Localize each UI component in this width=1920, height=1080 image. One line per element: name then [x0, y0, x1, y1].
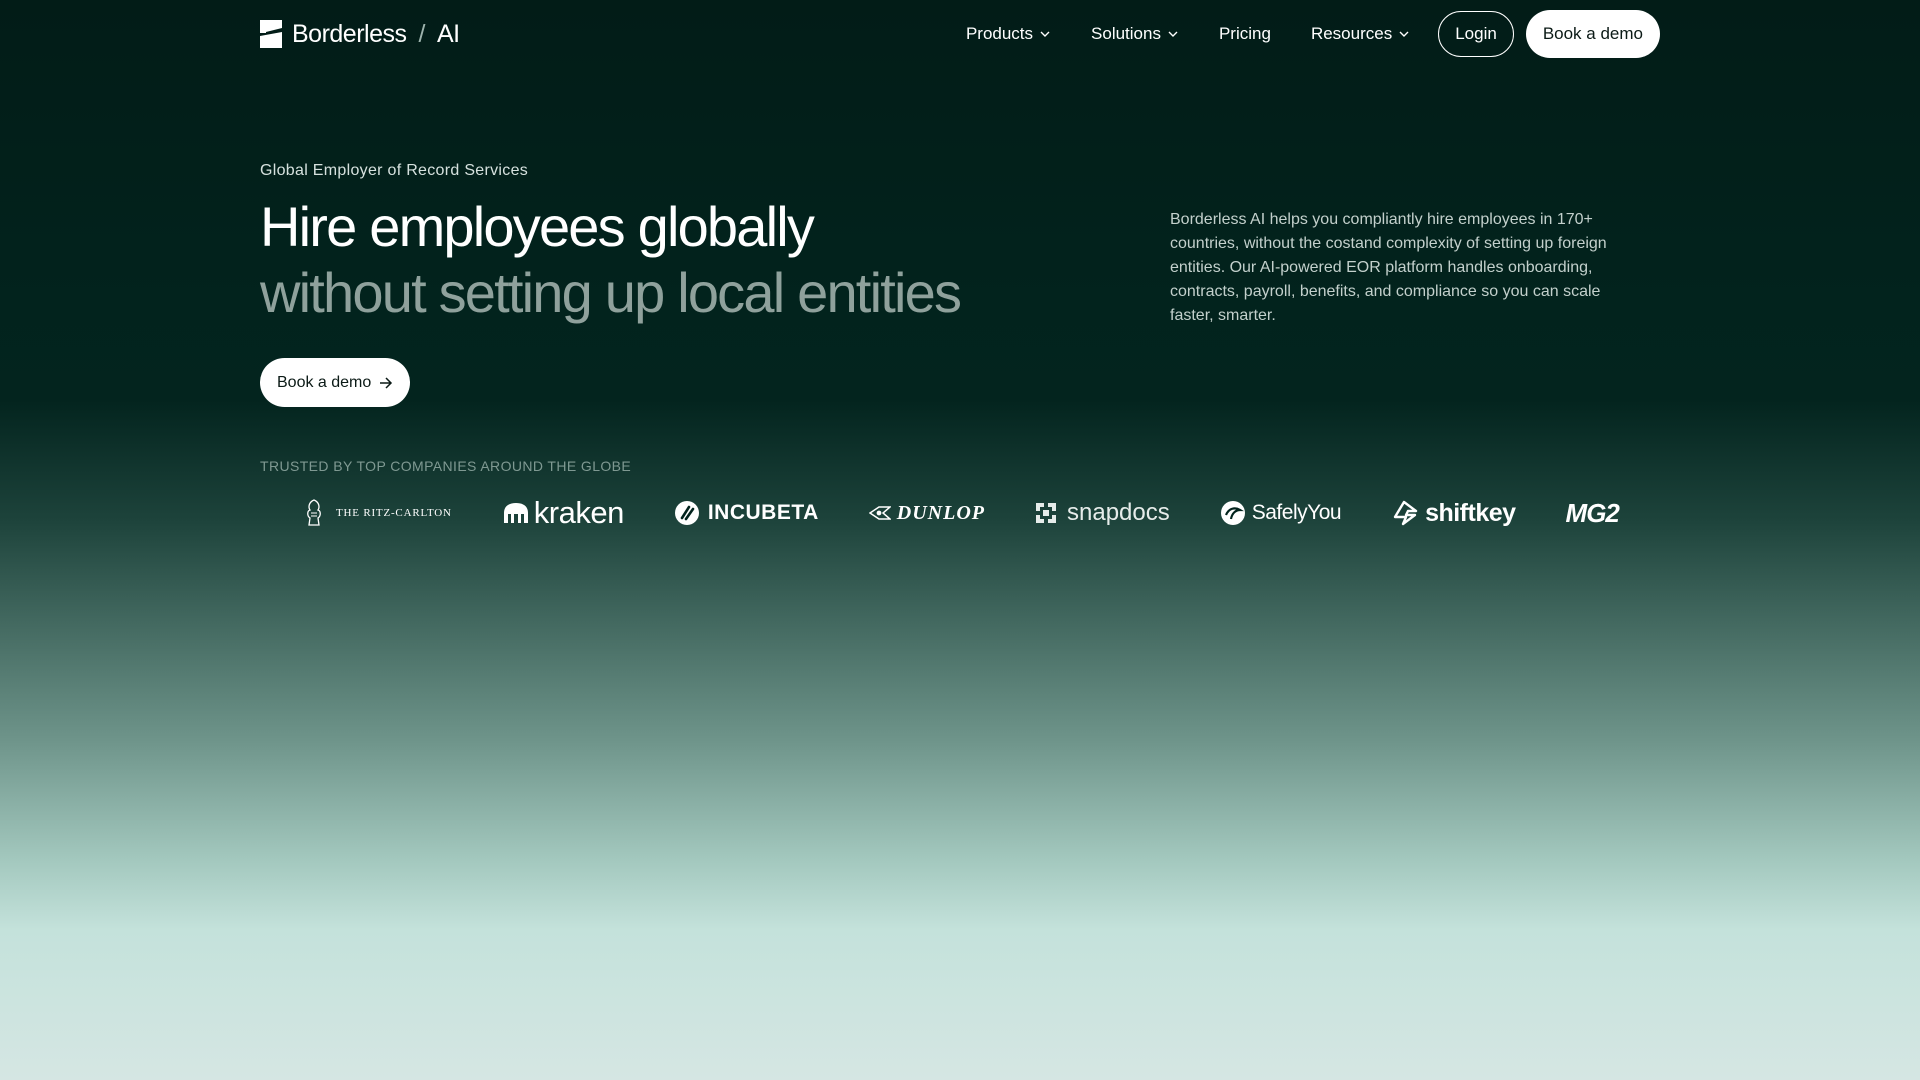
mg2-text: MG2 — [1565, 497, 1620, 528]
kraken-logo: kraken — [502, 492, 624, 534]
ritz-carlton-text: THE RITZ-CARLTON — [336, 507, 452, 519]
chevron-down-icon — [1168, 31, 1178, 37]
safelyyou-logo: SafelyYou — [1220, 492, 1342, 534]
brand-separator: / — [418, 19, 426, 48]
hero-headline-line1: Hire employees globally — [260, 195, 815, 258]
dunlop-arrow-icon — [868, 506, 891, 520]
brand-name: Borderless — [292, 19, 407, 48]
nav-pricing[interactable]: Pricing — [1219, 24, 1271, 44]
login-button[interactable]: Login — [1438, 11, 1514, 57]
mg2-logo: MG2 — [1565, 492, 1620, 534]
hero-eyebrow: Global Employer of Record Services — [260, 162, 529, 179]
nav-products[interactable]: Products — [966, 24, 1051, 44]
safelyyou-mark-icon — [1220, 501, 1245, 525]
snapdocs-text: snapdocs — [1067, 499, 1170, 526]
borderless-logo-icon — [260, 20, 282, 48]
incubeta-logo: INCUBETA — [674, 492, 819, 534]
brand-logo[interactable]: Borderless / AI — [260, 20, 460, 49]
hero-description: Borderless AI helps you compliantly hire… — [1170, 211, 1607, 324]
nav-solutions-label: Solutions — [1091, 24, 1161, 43]
top-nav: Borderless / AI Products Solutions Pricing… — [260, 0, 1660, 68]
nav-resources[interactable]: Resources — [1311, 24, 1410, 44]
dunlop-text: DUNLOP — [896, 501, 985, 524]
incubeta-text: INCUBETA — [707, 501, 819, 524]
hero-headline-line2: without setting up local entities — [260, 261, 962, 324]
incubeta-mark-icon — [674, 501, 699, 525]
brand-suffix: AI — [436, 19, 460, 48]
safelyyou-text: SafelyYou — [1251, 501, 1342, 524]
logo-marquee: THE RITZ-CARLTON kraken INCUBETA DUNLOP — [260, 492, 1632, 534]
dunlop-logo: DUNLOP — [868, 492, 985, 534]
chevron-down-icon — [1399, 31, 1409, 37]
nav-right: Products Solutions Pricing Resources Log… — [966, 10, 1660, 58]
chevron-down-icon — [1040, 31, 1050, 37]
shiftkey-logo: shiftkey — [1391, 492, 1516, 534]
arrow-right-icon — [380, 376, 393, 389]
nav-pricing-label: Pricing — [1218, 24, 1271, 43]
nav-solutions[interactable]: Solutions — [1091, 24, 1179, 44]
kraken-mark-icon — [503, 503, 528, 523]
shiftkey-text: shiftkey — [1425, 498, 1516, 527]
snapdocs-mark-icon — [1036, 503, 1056, 523]
shiftkey-mark-icon — [1393, 500, 1418, 526]
trusted-heading: TRUSTED BY TOP COMPANIES AROUND THE GLOB… — [260, 458, 632, 474]
ritz-carlton-logo: THE RITZ-CARLTON — [304, 492, 452, 534]
hero-book-demo-button[interactable]: Book a demo — [260, 358, 411, 407]
snapdocs-logo: snapdocs — [1035, 492, 1170, 534]
lion-crest-icon — [307, 499, 321, 526]
nav-resources-label: Resources — [1310, 24, 1393, 43]
logo-row: THE RITZ-CARLTON kraken INCUBETA DUNLOP — [260, 492, 1632, 534]
nav-products-label: Products — [965, 24, 1034, 43]
hero-headline: Hire employees globally without setting … — [260, 194, 962, 326]
kraken-text: kraken — [533, 495, 625, 530]
hero-cta-label: Book a demo — [277, 373, 372, 391]
nav-book-demo-button[interactable]: Book a demo — [1525, 10, 1660, 58]
